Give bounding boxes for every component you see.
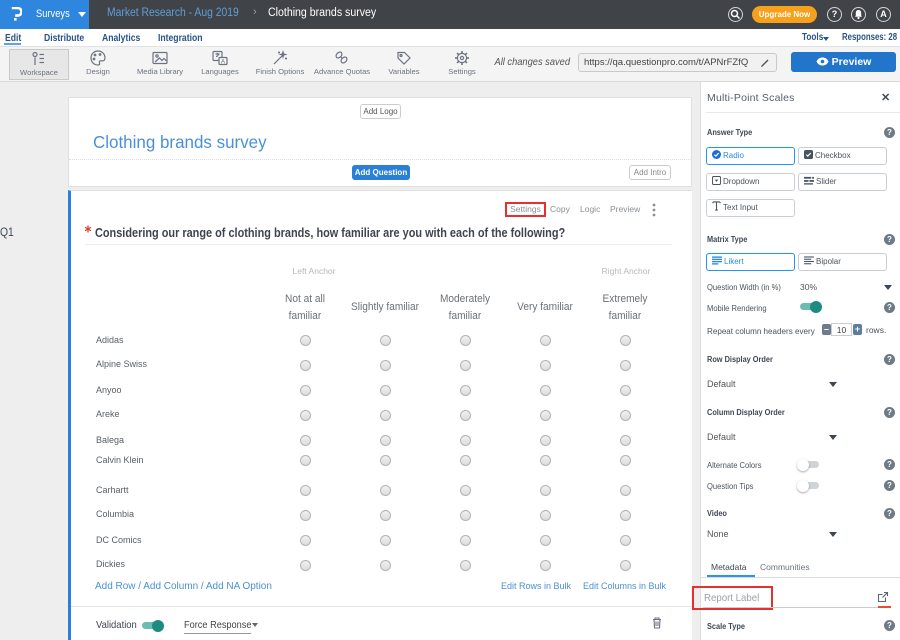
svg-text:A: A — [221, 59, 225, 65]
